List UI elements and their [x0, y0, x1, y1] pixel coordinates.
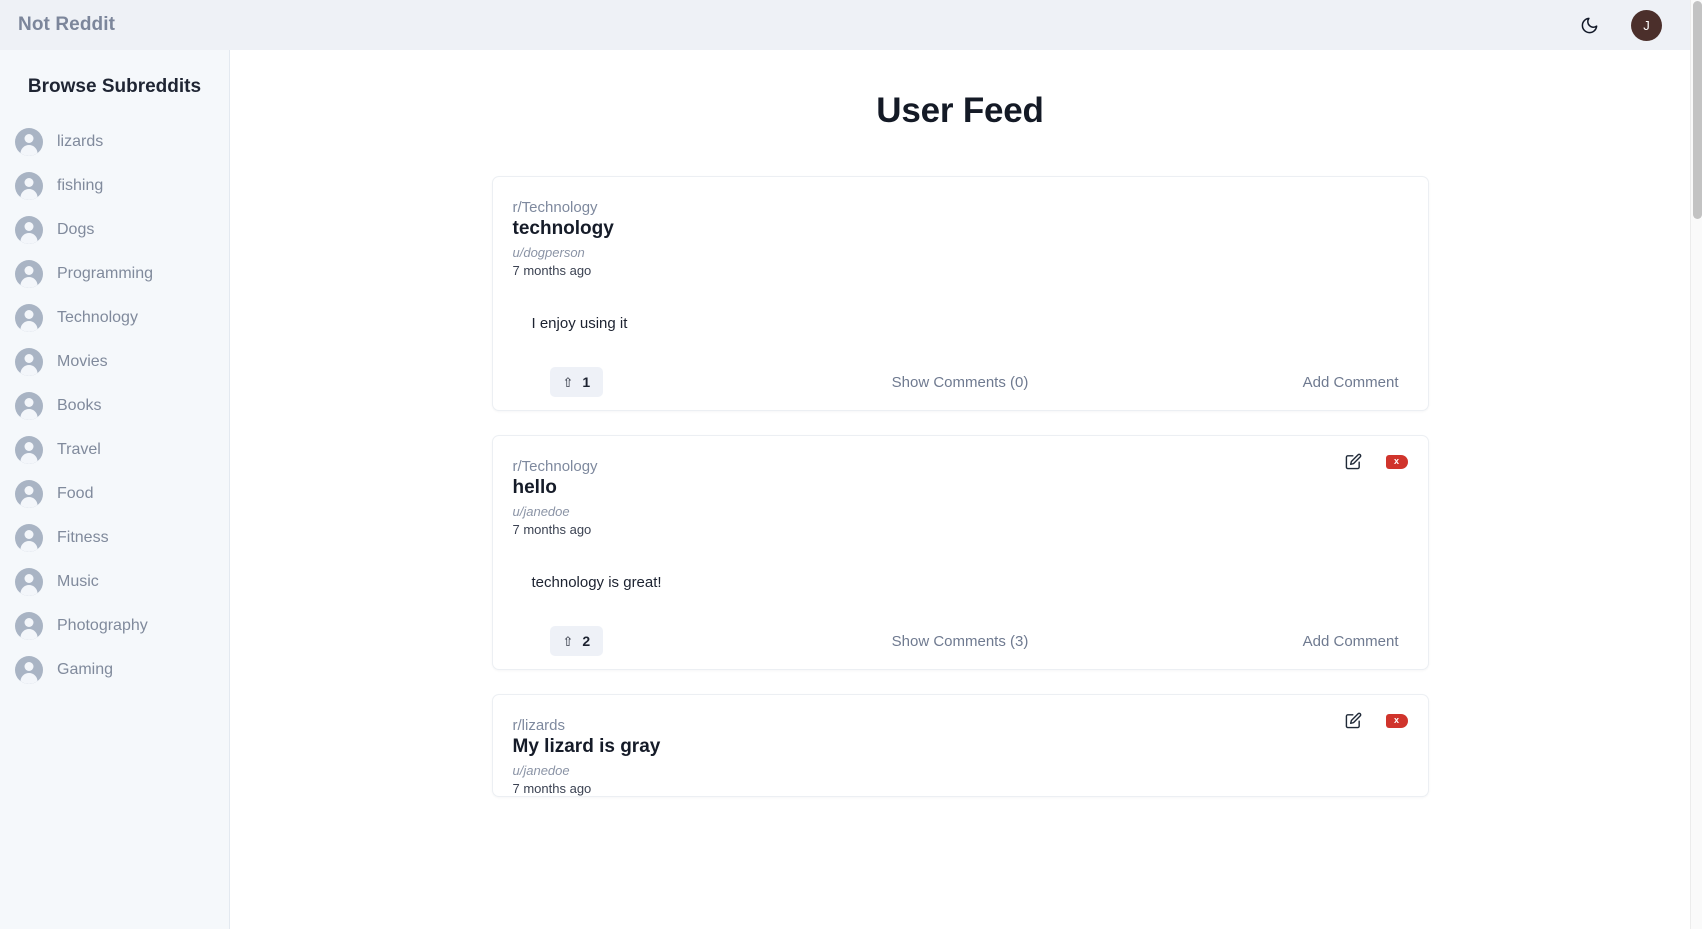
top-bar: Not Reddit J [0, 0, 1690, 50]
add-comment-button[interactable]: Add Comment [1303, 633, 1408, 650]
app-brand-title: Not Reddit [18, 14, 116, 35]
sidebar-item-fitness[interactable]: Fitness [0, 516, 229, 560]
sidebar-item-label: Movies [57, 353, 108, 370]
user-avatar-icon [15, 568, 43, 596]
show-comments-button[interactable]: Show Comments (3) [892, 633, 1029, 650]
sidebar-item-label: Programming [57, 265, 154, 282]
upvote-arrow-icon: ⇧ [562, 374, 574, 390]
edit-pencil-icon[interactable] [1345, 453, 1362, 470]
post-title[interactable]: My lizard is gray [513, 736, 1408, 758]
main-content: User Feed r/Technology technology u/dogp… [230, 50, 1690, 929]
add-comment-button[interactable]: Add Comment [1303, 374, 1408, 391]
sidebar-item-programming[interactable]: Programming [0, 252, 229, 296]
post-author: u/dogperson [512, 245, 585, 260]
post-author: u/janedoe [512, 504, 570, 519]
user-avatar-icon [15, 348, 43, 376]
user-avatar-icon [15, 612, 43, 640]
top-bar-controls: J [1577, 9, 1662, 41]
user-avatar-icon [15, 480, 43, 508]
sidebar-item-food[interactable]: Food [0, 472, 229, 516]
post-subreddit[interactable]: r/lizards [513, 717, 1408, 734]
vote-count: 1 [582, 374, 591, 390]
sidebar-item-label: Music [57, 573, 99, 590]
sidebar-title: Browse Subreddits [27, 76, 202, 97]
sidebar-item-fishing[interactable]: fishing [0, 164, 229, 208]
delete-x-icon[interactable]: x [1385, 713, 1408, 728]
page-scrollbar-track[interactable] [1690, 0, 1702, 929]
page-title: User Feed [876, 91, 1044, 130]
post-action-row: ⇧ 1 Show Comments (0) Add Comment [513, 354, 1408, 410]
user-avatar-icon [15, 436, 43, 464]
sidebar-item-label: fishing [57, 177, 104, 194]
user-avatar-icon [15, 304, 43, 332]
post-timestamp: 7 months ago [512, 263, 592, 278]
sidebar: Browse Subreddits lizards fishing Dogs P… [0, 50, 230, 929]
sidebar-item-label: Travel [57, 441, 101, 458]
sidebar-item-label: Gaming [57, 661, 114, 678]
upvote-arrow-icon: ⇧ [562, 633, 574, 649]
post-action-row: ⇧ 2 Show Comments (3) Add Comment [513, 613, 1408, 669]
post-owner-actions: x [1345, 453, 1408, 470]
sidebar-item-dogs[interactable]: Dogs [0, 208, 229, 252]
sidebar-item-photography[interactable]: Photography [0, 604, 229, 648]
app-root: Not Reddit J Browse Subreddits lizards f… [0, 0, 1702, 929]
sidebar-item-label: Technology [57, 309, 138, 326]
post-feed: r/Technology technology u/dogperson 7 mo… [230, 176, 1690, 797]
sidebar-item-label: Books [57, 397, 102, 414]
post-owner-actions: x [1345, 712, 1408, 729]
post-author: u/janedoe [512, 763, 570, 778]
post-title[interactable]: hello [513, 477, 1408, 499]
edit-pencil-icon[interactable] [1345, 712, 1362, 729]
page-scrollbar-thumb[interactable] [1692, 1, 1702, 219]
upvote-button[interactable]: ⇧ 2 [549, 626, 604, 656]
delete-x-label: x [1393, 456, 1399, 466]
sidebar-item-gaming[interactable]: Gaming [0, 648, 229, 692]
user-avatar-icon [15, 656, 43, 684]
sidebar-item-label: Photography [57, 617, 148, 634]
sidebar-item-technology[interactable]: Technology [0, 296, 229, 340]
moon-icon[interactable] [1577, 13, 1601, 37]
post-subreddit[interactable]: r/Technology [513, 458, 1408, 475]
avatar-initial: J [1643, 17, 1650, 33]
post-body: I enjoy using it [531, 315, 628, 332]
user-avatar-icon [15, 172, 43, 200]
sidebar-list: lizards fishing Dogs Programming Technol… [0, 120, 229, 692]
post-card: x r/lizards My lizard is gray u/janedoe … [491, 694, 1429, 797]
post-subreddit[interactable]: r/Technology [513, 199, 1408, 216]
sidebar-item-music[interactable]: Music [0, 560, 229, 604]
user-avatar-icon [15, 260, 43, 288]
sidebar-item-movies[interactable]: Movies [0, 340, 229, 384]
user-avatar-icon [15, 392, 43, 420]
user-avatar-icon [15, 524, 43, 552]
post-title[interactable]: technology [513, 218, 1408, 240]
user-avatar-icon [15, 216, 43, 244]
post-card: x r/Technology hello u/janedoe 7 months … [491, 435, 1429, 670]
upvote-button[interactable]: ⇧ 1 [549, 367, 604, 397]
post-timestamp: 7 months ago [512, 781, 592, 796]
post-body: technology is great! [531, 574, 662, 591]
vote-count: 2 [582, 633, 591, 649]
sidebar-item-label: Dogs [57, 221, 95, 238]
sidebar-item-books[interactable]: Books [0, 384, 229, 428]
sidebar-item-label: Food [57, 485, 94, 502]
show-comments-button[interactable]: Show Comments (0) [892, 374, 1029, 391]
user-avatar-icon [15, 128, 43, 156]
sidebar-item-label: lizards [57, 133, 104, 150]
sidebar-item-label: Fitness [57, 529, 109, 546]
post-card: r/Technology technology u/dogperson 7 mo… [491, 176, 1429, 411]
post-timestamp: 7 months ago [512, 522, 592, 537]
delete-x-icon[interactable]: x [1385, 454, 1408, 469]
sidebar-item-travel[interactable]: Travel [0, 428, 229, 472]
avatar[interactable]: J [1631, 9, 1662, 41]
sidebar-item-lizards[interactable]: lizards [0, 120, 229, 164]
delete-x-label: x [1393, 715, 1399, 725]
